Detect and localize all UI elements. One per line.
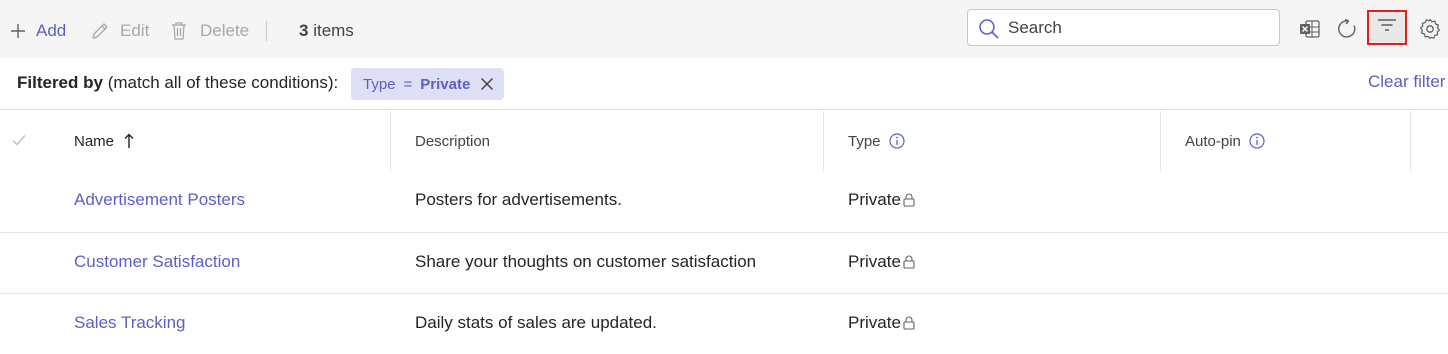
export-excel-button[interactable] bbox=[1296, 17, 1324, 45]
table-header: Name Description Type Auto-pin bbox=[0, 111, 1448, 171]
toolbar-divider bbox=[266, 21, 267, 41]
column-header-auto-pin[interactable]: Auto-pin bbox=[1185, 111, 1265, 171]
edit-button[interactable]: Edit bbox=[90, 18, 149, 44]
add-label: Add bbox=[36, 21, 67, 40]
row-description: Daily stats of sales are updated. bbox=[415, 313, 657, 332]
table-row[interactable]: Advertisement Posters Posters for advert… bbox=[0, 171, 1448, 232]
column-header-name[interactable]: Name bbox=[74, 111, 134, 171]
item-count: 3 items bbox=[299, 21, 354, 41]
column-header-label: Name bbox=[74, 132, 115, 150]
edit-label: Edit bbox=[120, 21, 150, 40]
row-description: Posters for advertisements. bbox=[415, 190, 622, 209]
table-row[interactable]: Customer Satisfaction Share your thought… bbox=[0, 232, 1448, 293]
column-header-description[interactable]: Description bbox=[415, 111, 490, 171]
row-type-label: Private bbox=[848, 313, 901, 332]
search-input[interactable] bbox=[1008, 15, 1268, 41]
row-type: Private bbox=[848, 190, 915, 210]
filter-chip-field: Type bbox=[363, 75, 396, 93]
item-count-suffix: items bbox=[308, 21, 354, 40]
row-type-label: Private bbox=[848, 190, 901, 209]
filter-chip-operator: = bbox=[403, 75, 413, 93]
search-icon bbox=[978, 18, 1000, 45]
close-icon[interactable] bbox=[480, 77, 494, 91]
checkmark-icon bbox=[12, 133, 26, 150]
column-header-label: Type bbox=[848, 132, 881, 150]
column-divider[interactable] bbox=[1160, 111, 1161, 171]
filter-button[interactable] bbox=[1367, 10, 1407, 45]
info-icon[interactable] bbox=[1249, 133, 1265, 149]
sort-ascending-icon bbox=[124, 133, 134, 149]
lock-icon bbox=[903, 255, 915, 269]
delete-button[interactable]: Delete bbox=[170, 18, 249, 44]
excel-icon bbox=[1299, 19, 1321, 44]
pencil-icon bbox=[90, 21, 110, 41]
settings-button[interactable] bbox=[1416, 17, 1444, 45]
row-name-link[interactable]: Advertisement Posters bbox=[74, 190, 245, 210]
lock-icon bbox=[903, 193, 915, 207]
filter-condition-text: (match all of these conditions): bbox=[102, 73, 339, 92]
row-type-label: Private bbox=[848, 252, 901, 271]
filter-icon bbox=[1377, 18, 1397, 37]
delete-label: Delete bbox=[200, 21, 250, 40]
column-header-label: Auto-pin bbox=[1185, 132, 1241, 150]
gear-icon bbox=[1419, 18, 1441, 45]
column-divider[interactable] bbox=[390, 111, 391, 171]
filter-bar: Filtered by (match all of these conditio… bbox=[0, 58, 1448, 110]
filter-chip[interactable]: Type = Private bbox=[351, 68, 504, 100]
select-all-checkbox[interactable] bbox=[12, 111, 26, 171]
filter-chip-value: Private bbox=[420, 75, 471, 93]
column-header-type[interactable]: Type bbox=[848, 111, 905, 171]
filter-prefix: Filtered by bbox=[17, 73, 103, 92]
filter-description: Filtered by (match all of these conditio… bbox=[17, 73, 338, 93]
table-row[interactable]: Sales Tracking Daily stats of sales are … bbox=[0, 293, 1448, 354]
row-name-link[interactable]: Customer Satisfaction bbox=[74, 252, 240, 272]
row-description: Share your thoughts on customer satisfac… bbox=[415, 252, 757, 271]
row-name-link[interactable]: Sales Tracking bbox=[74, 313, 186, 333]
search-box[interactable] bbox=[967, 9, 1280, 46]
lock-icon bbox=[903, 316, 915, 330]
clear-filter-link[interactable]: Clear filter bbox=[1368, 72, 1445, 92]
column-divider[interactable] bbox=[823, 111, 824, 171]
plus-icon bbox=[10, 23, 26, 39]
row-type: Private bbox=[848, 313, 915, 333]
info-icon[interactable] bbox=[888, 133, 905, 149]
column-divider[interactable] bbox=[1410, 111, 1411, 171]
row-type: Private bbox=[848, 252, 915, 272]
column-header-label: Description bbox=[415, 132, 491, 150]
command-bar: Add Edit Delete 3 items bbox=[0, 0, 1448, 58]
trash-icon bbox=[170, 21, 188, 41]
refresh-icon bbox=[1337, 18, 1359, 45]
add-button[interactable]: Add bbox=[10, 18, 66, 44]
refresh-button[interactable] bbox=[1334, 17, 1362, 45]
